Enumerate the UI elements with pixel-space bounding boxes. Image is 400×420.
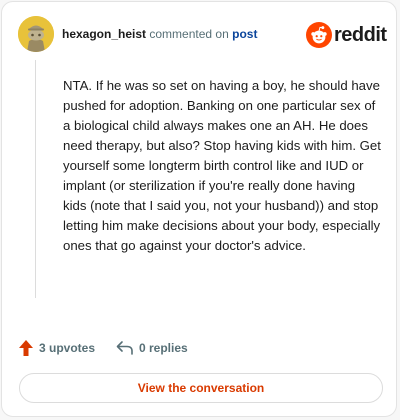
avatar[interactable]: [18, 16, 54, 52]
comment-body: NTA. If he was so set on having a boy, h…: [63, 78, 381, 253]
arrow-up-icon: [19, 340, 33, 356]
snoo-avatar-icon: [18, 16, 54, 52]
reddit-snoo-icon: [306, 22, 332, 48]
view-conversation-button[interactable]: View the conversation: [19, 373, 383, 403]
comment-card: hexagon_heist commented on post reddit N…: [1, 1, 397, 417]
commented-on-text: commented on: [149, 27, 229, 41]
reply-count: 0 replies: [139, 341, 188, 355]
reddit-wordmark: reddit: [334, 24, 387, 46]
thread-line: [35, 60, 36, 298]
post-link[interactable]: post: [232, 27, 257, 41]
comment-byline: hexagon_heist commented on post: [62, 27, 257, 41]
reply-arrow-icon: [116, 341, 133, 355]
comment-actions: 3 upvotes 0 replies: [18, 336, 378, 360]
reddit-logo[interactable]: reddit: [306, 21, 387, 49]
upvote-count: 3 upvotes: [39, 341, 96, 355]
username[interactable]: hexagon_heist: [62, 27, 146, 41]
replies-button[interactable]: 0 replies: [116, 336, 188, 360]
comment-header: hexagon_heist commented on post reddit: [18, 16, 387, 56]
upvote-button[interactable]: 3 upvotes: [18, 336, 95, 360]
